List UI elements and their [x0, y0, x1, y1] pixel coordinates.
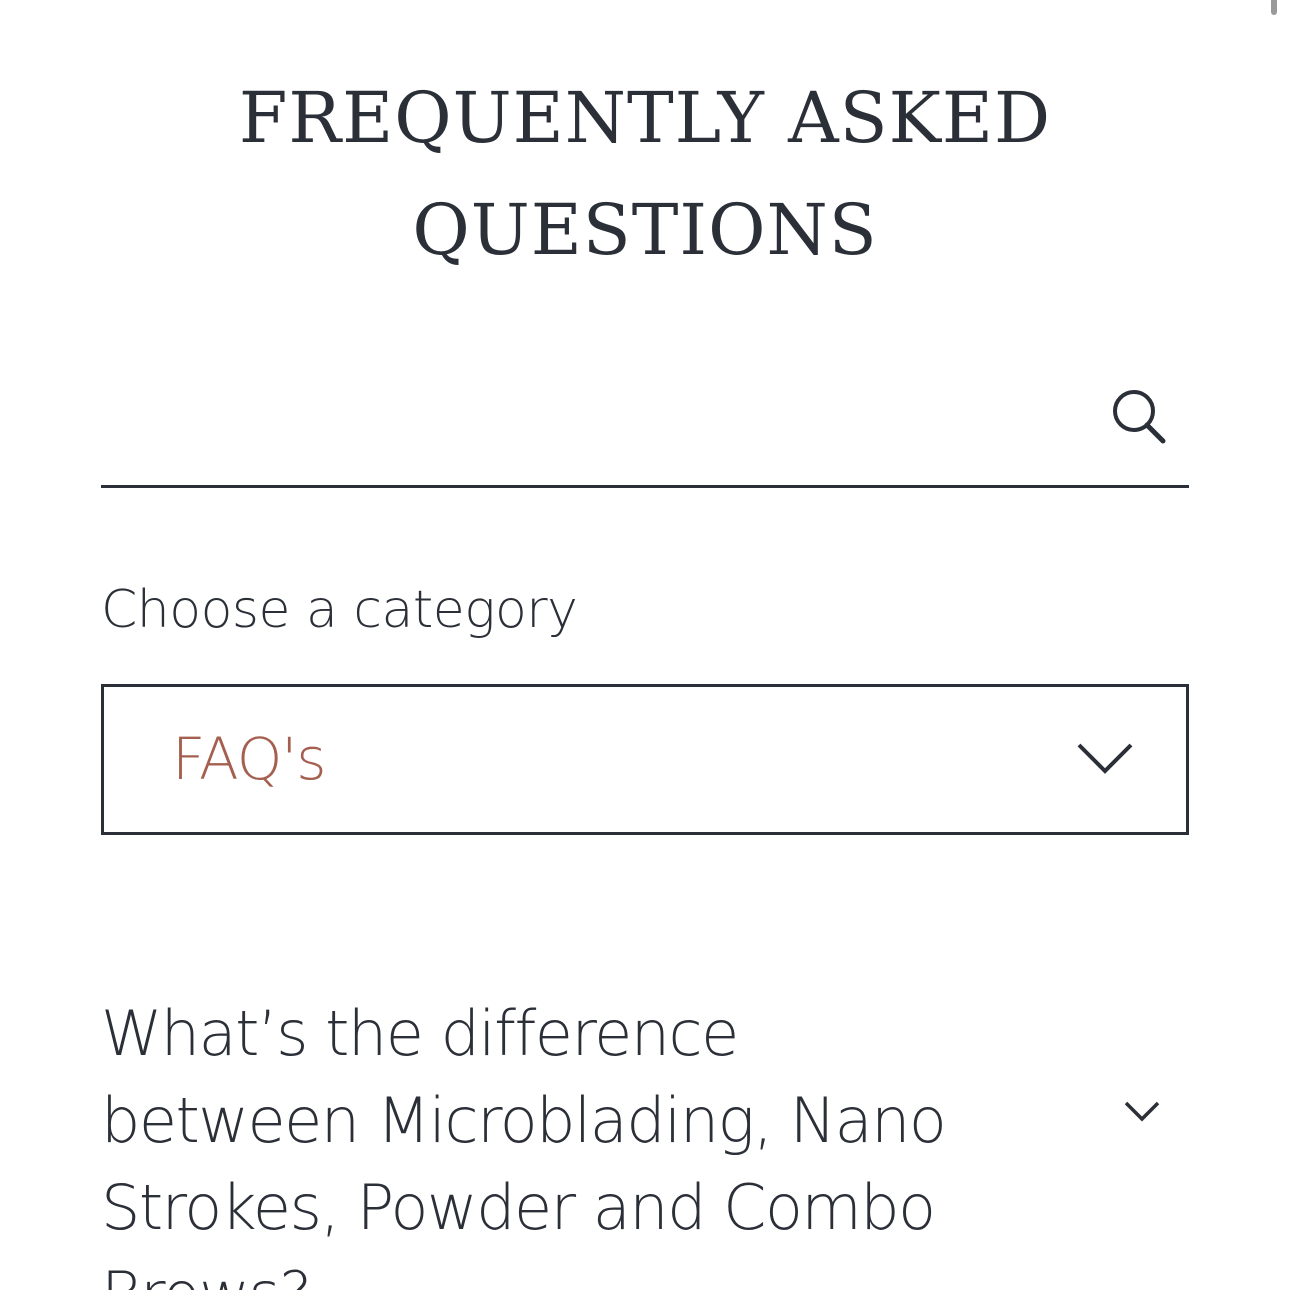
search-input[interactable] [101, 380, 1085, 462]
faq-question: What’s the difference between Microbladi… [101, 997, 947, 1290]
category-selected-value: FAQ's [172, 725, 327, 793]
category-label: Choose a category [101, 580, 578, 640]
faq-item[interactable]: What’s the difference between Microbladi… [101, 990, 1189, 1290]
scrollbar-thumb[interactable] [1271, 0, 1277, 15]
chevron-down-icon [1077, 743, 1133, 774]
search-icon[interactable] [1107, 384, 1171, 448]
page-title-line1: Frequently Asked [238, 77, 1052, 159]
page-title: Frequently Asked Questions [160, 62, 1130, 286]
faq-page: Frequently Asked Questions Choose a cate… [0, 0, 1290, 1290]
page-title-line2: Questions [412, 189, 878, 271]
chevron-down-icon [1124, 1101, 1160, 1122]
search-bar [101, 360, 1189, 488]
category-select[interactable]: FAQ's [101, 684, 1189, 835]
